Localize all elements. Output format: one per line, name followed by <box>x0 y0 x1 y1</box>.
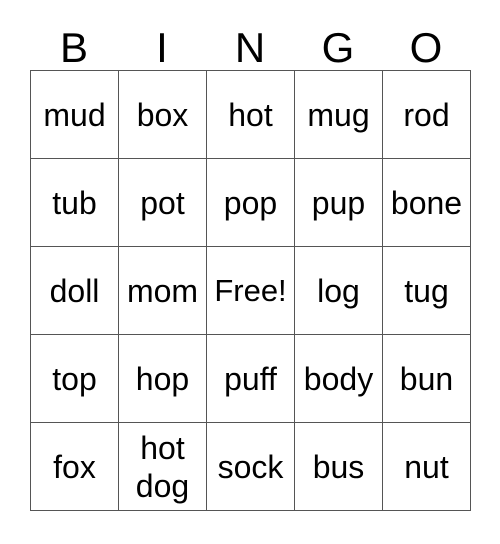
bingo-header-letter-i: I <box>156 24 168 71</box>
bingo-cell[interactable]: log <box>295 247 383 335</box>
bingo-cell[interactable]: puff <box>207 335 295 423</box>
bingo-cell[interactable]: bone <box>383 159 471 247</box>
bingo-cell[interactable]: hot <box>207 71 295 159</box>
bingo-card: B I N G O mud box hot mug rod tub pot po… <box>30 18 471 511</box>
bingo-row: top hop puff body bun <box>31 335 471 423</box>
bingo-cell[interactable]: mom <box>119 247 207 335</box>
bingo-cell[interactable]: tub <box>31 159 119 247</box>
bingo-cell[interactable]: rod <box>383 71 471 159</box>
bingo-cell[interactable]: bus <box>295 423 383 511</box>
bingo-cell[interactable]: hot dog <box>119 423 207 511</box>
bingo-cell[interactable]: bun <box>383 335 471 423</box>
bingo-header-row: B I N G O <box>30 18 470 70</box>
bingo-cell[interactable]: pop <box>207 159 295 247</box>
bingo-cell[interactable]: nut <box>383 423 471 511</box>
bingo-row: fox hot dog sock bus nut <box>31 423 471 511</box>
bingo-cell[interactable]: hop <box>119 335 207 423</box>
bingo-grid: mud box hot mug rod tub pot pop pup bone… <box>30 70 471 511</box>
bingo-cell[interactable]: top <box>31 335 119 423</box>
bingo-cell[interactable]: pot <box>119 159 207 247</box>
bingo-cell[interactable]: pup <box>295 159 383 247</box>
bingo-header-letter-g: G <box>321 24 355 71</box>
bingo-cell[interactable]: tug <box>383 247 471 335</box>
bingo-cell[interactable]: mug <box>295 71 383 159</box>
bingo-row: doll mom Free! log tug <box>31 247 471 335</box>
bingo-header-letter-n: N <box>234 24 266 71</box>
bingo-cell[interactable]: fox <box>31 423 119 511</box>
bingo-row: mud box hot mug rod <box>31 71 471 159</box>
bingo-cell[interactable]: mud <box>31 71 119 159</box>
bingo-cell[interactable]: sock <box>207 423 295 511</box>
bingo-cell[interactable]: box <box>119 71 207 159</box>
bingo-header-letter-b: B <box>59 24 88 71</box>
bingo-cell[interactable]: doll <box>31 247 119 335</box>
bingo-row: tub pot pop pup bone <box>31 159 471 247</box>
bingo-cell[interactable]: body <box>295 335 383 423</box>
bingo-free-space-cell[interactable]: Free! <box>207 247 295 335</box>
bingo-header-letter-o: O <box>409 24 443 71</box>
